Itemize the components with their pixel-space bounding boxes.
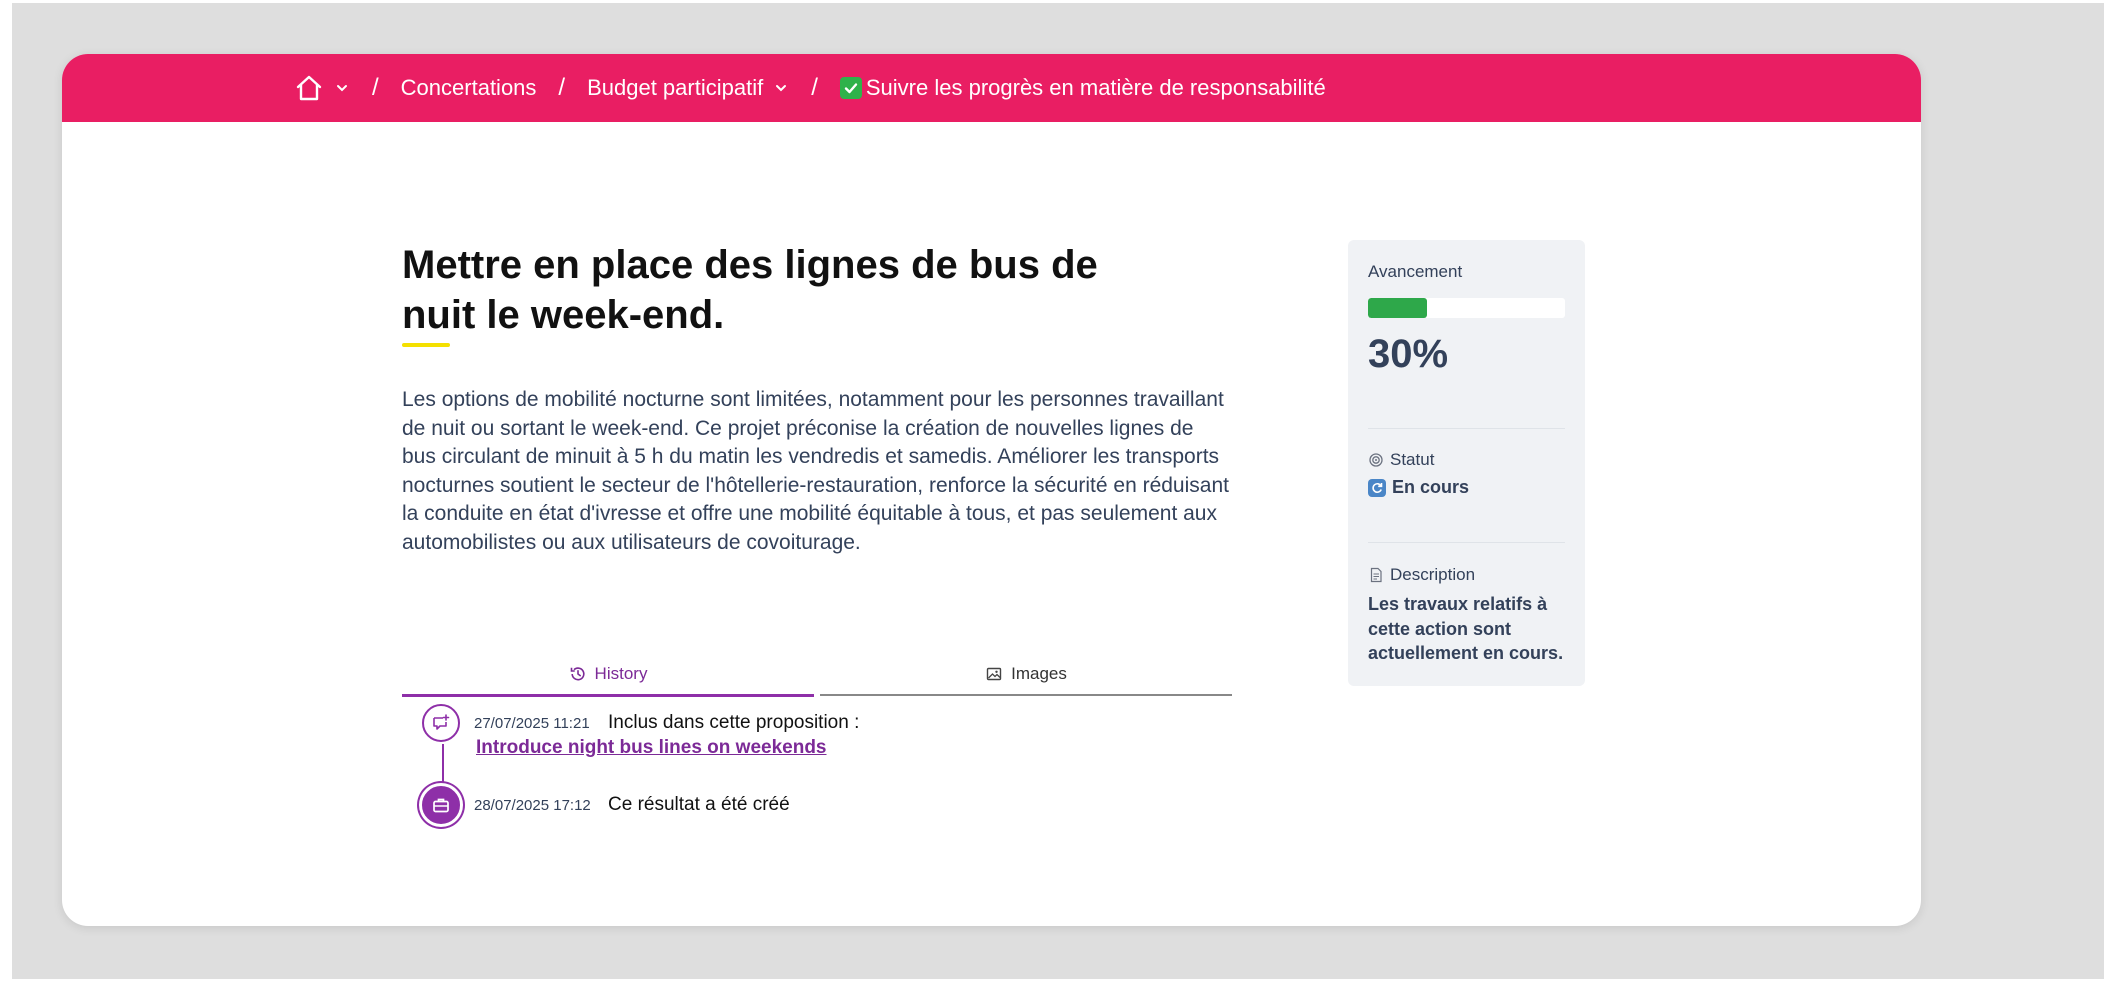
page-description: Les options de mobilité nocturne sont li…: [402, 388, 1229, 554]
target-icon: [1369, 453, 1383, 467]
tab-history[interactable]: History: [402, 654, 814, 697]
progress-fill: [1368, 298, 1428, 318]
progress-bar: [1368, 298, 1565, 318]
tab-images-label: Images: [1011, 664, 1067, 683]
history-text: Ce résultat a été créé: [608, 794, 790, 815]
checkmark-icon: [839, 77, 862, 99]
divider: [1368, 428, 1565, 429]
status-value: En cours: [1392, 477, 1470, 497]
tab-history-label: History: [594, 664, 648, 683]
briefcase-icon: [422, 786, 460, 824]
progress-panel: Avancement 30% Statut En cours Descripti…: [1348, 240, 1585, 686]
chevron-down-icon[interactable]: [334, 80, 350, 96]
tabs: History Images: [402, 654, 1232, 697]
history-timeline: 27/07/2025 11:21 Inclus dans cette propo…: [422, 700, 1122, 880]
breadcrumb-separator: /: [372, 74, 379, 101]
breadcrumb-concertations[interactable]: Concertations: [401, 75, 537, 101]
description-value: Les travaux relatifs à cette action sont…: [1368, 594, 1564, 663]
page-title: Mettre en place des lignes de bus de nui…: [402, 243, 1098, 337]
divider: [1368, 542, 1565, 543]
proposal-icon: [422, 704, 460, 742]
breadcrumb-separator: /: [811, 74, 818, 101]
title-underline: [402, 343, 450, 347]
breadcrumb: / Concertations / Budget participatif / …: [294, 54, 1326, 122]
history-date: 27/07/2025 11:21: [474, 715, 590, 732]
progress-percent: 30%: [1368, 332, 1449, 376]
image-icon: [986, 667, 1002, 681]
breadcrumb-separator: /: [558, 74, 566, 101]
history-icon: [570, 667, 585, 681]
description-label-row: Description: [1368, 565, 1475, 585]
home-icon[interactable]: [294, 73, 324, 103]
breadcrumb-current[interactable]: Suivre les progrès en matière de respons…: [866, 75, 1326, 101]
history-date: 28/07/2025 17:12: [474, 797, 591, 814]
proposal-link[interactable]: Introduce night bus lines on weekends: [476, 737, 827, 759]
document-icon: [1370, 567, 1382, 583]
refresh-icon: [1368, 478, 1386, 497]
status-label-row: Statut: [1368, 450, 1434, 470]
content-card: / Concertations / Budget participatif / …: [62, 54, 1921, 926]
description-label: Description: [1390, 565, 1476, 584]
breadcrumb-bar: / Concertations / Budget participatif / …: [62, 54, 1921, 122]
tab-images[interactable]: Images: [820, 654, 1232, 696]
chevron-down-icon[interactable]: [773, 80, 789, 96]
status-label: Statut: [1390, 450, 1435, 469]
progress-label: Avancement: [1368, 262, 1463, 281]
history-text: Inclus dans cette proposition :: [608, 712, 860, 733]
breadcrumb-budget[interactable]: Budget participatif: [587, 75, 763, 101]
status-value-row: En cours: [1368, 477, 1469, 498]
